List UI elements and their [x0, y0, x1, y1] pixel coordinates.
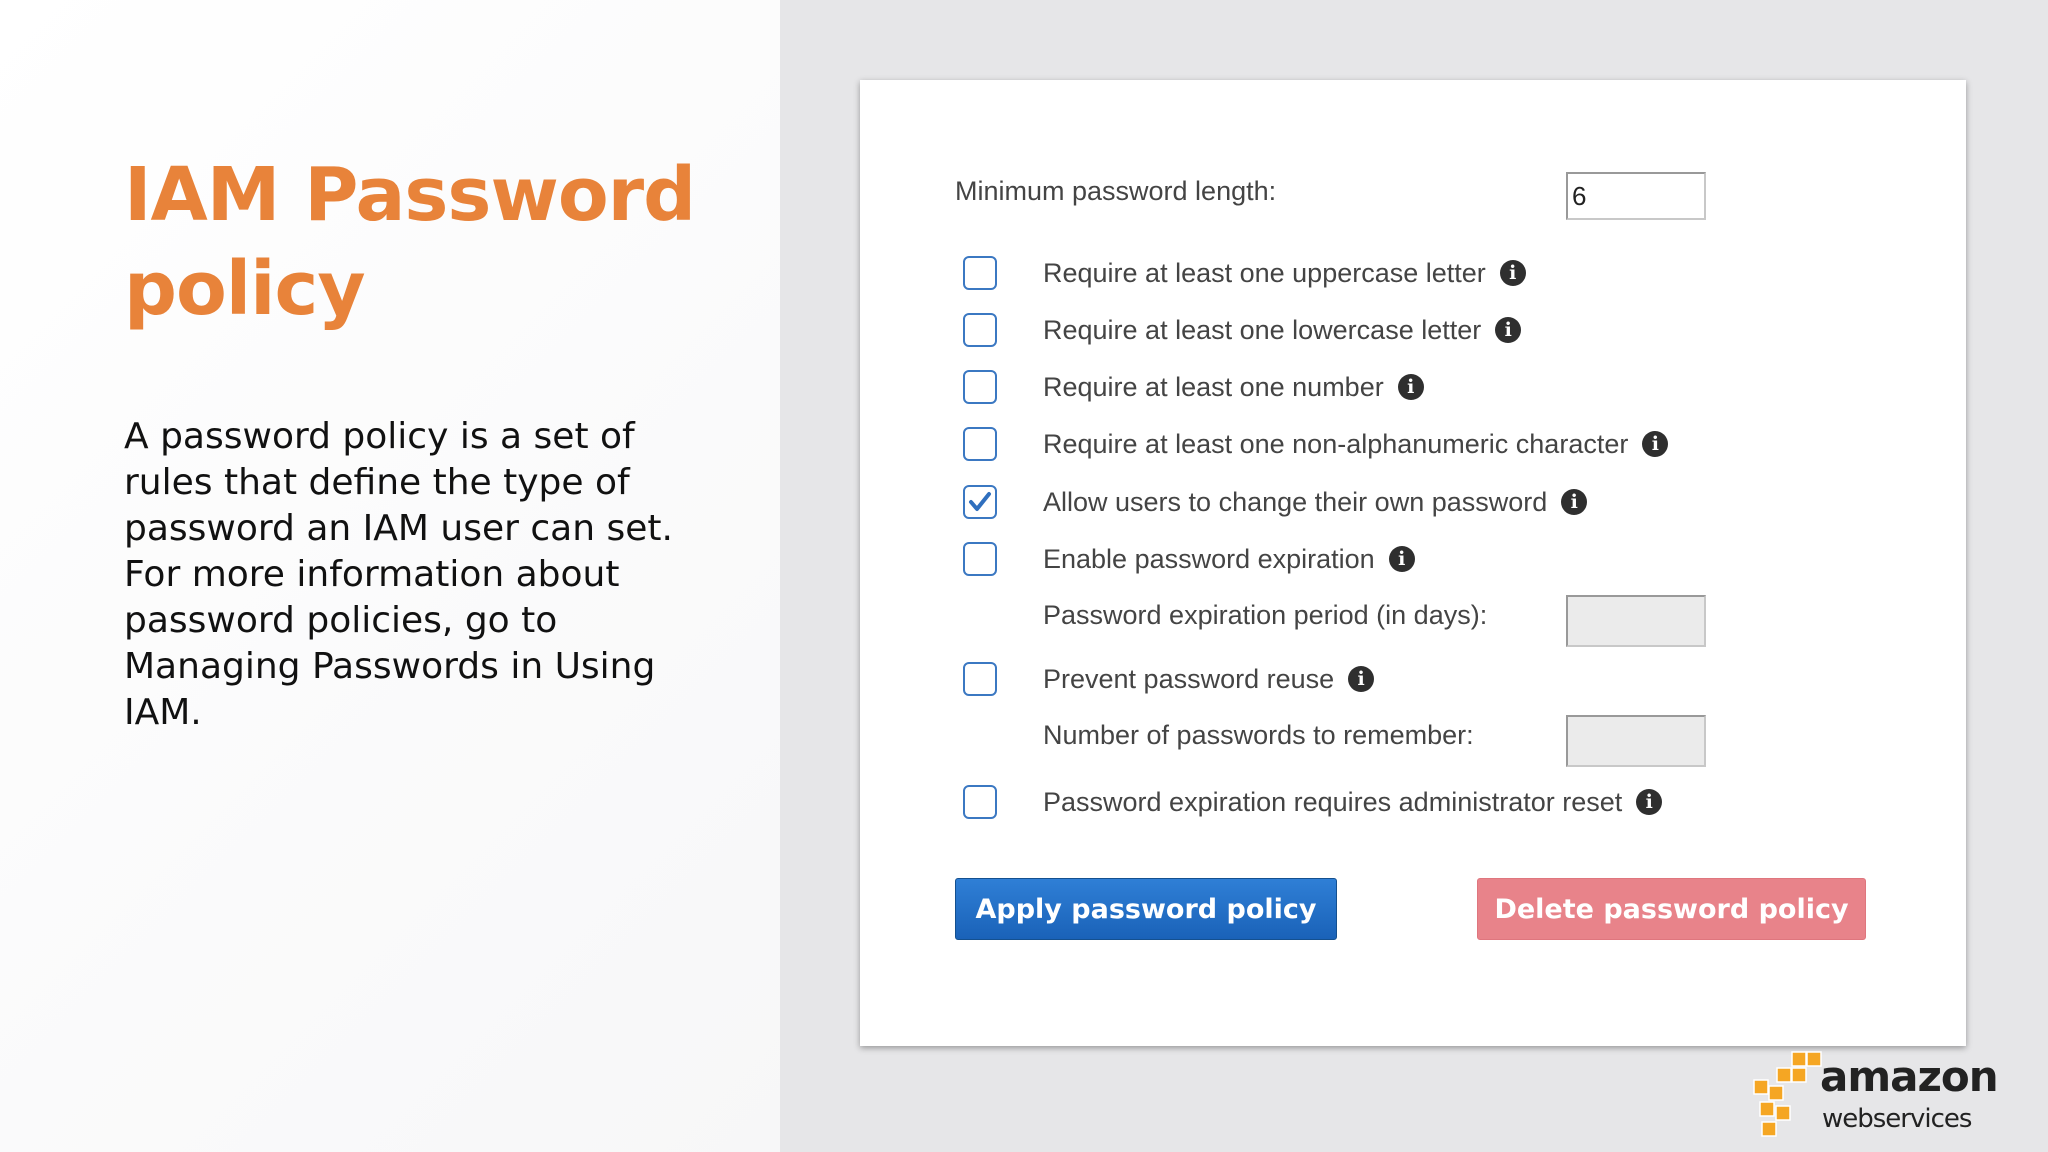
option-row-admin-reset: Password expiration requires administrat…: [860, 785, 1966, 829]
slide-body-text: A password policy is a set of rules that…: [124, 416, 673, 733]
checkbox-non-alphanumeric[interactable]: [963, 427, 997, 461]
aws-logo-wordmark: amazon: [1820, 1052, 1999, 1101]
min-length-input[interactable]: [1566, 172, 1706, 220]
checkbox-lowercase[interactable]: [963, 313, 997, 347]
checkbox-allow-change[interactable]: [963, 485, 997, 519]
checkbox-prevent-reuse[interactable]: [963, 662, 997, 696]
checkbox-admin-reset[interactable]: [963, 785, 997, 819]
option-label-prevent-reuse: Prevent password reuse i: [1043, 662, 1375, 696]
slide-text-panel: IAM Password policy A password policy is…: [0, 0, 780, 1152]
info-icon[interactable]: i: [1397, 374, 1424, 400]
apply-password-policy-button[interactable]: Apply password policy: [955, 878, 1337, 940]
option-row-non-alphanumeric: Require at least one non-alphanumeric ch…: [860, 427, 1966, 471]
option-text: Require at least one uppercase letter: [1043, 257, 1486, 288]
passwords-to-remember-input[interactable]: [1566, 715, 1706, 767]
info-icon[interactable]: i: [1499, 260, 1526, 286]
option-label-uppercase: Require at least one uppercase letter i: [1043, 256, 1526, 290]
option-text: Require at least one lowercase letter: [1043, 314, 1482, 345]
checkmark-icon: [969, 492, 991, 511]
option-label-lowercase: Require at least one lowercase letter i: [1043, 313, 1522, 347]
min-length-label: Minimum password length:: [955, 176, 1277, 206]
option-text: Require at least one number: [1043, 371, 1384, 402]
aws-logo: amazon webservices: [1752, 1050, 1999, 1142]
option-label-allow-change: Allow users to change their own password…: [1043, 485, 1588, 519]
info-icon[interactable]: i: [1636, 789, 1663, 815]
checkbox-expiration[interactable]: [963, 542, 997, 576]
aws-cubes-icon: [1753, 1051, 1822, 1137]
checkbox-uppercase[interactable]: [963, 256, 997, 290]
option-row-lowercase: Require at least one lowercase letter i: [860, 313, 1966, 357]
info-icon[interactable]: i: [1642, 431, 1669, 457]
passwords-to-remember-label: Number of passwords to remember:: [1043, 720, 1474, 750]
aws-logo-subtext: webservices: [1822, 1104, 1972, 1134]
expiration-period-label: Password expiration period (in days):: [1043, 600, 1488, 630]
checkbox-number[interactable]: [963, 370, 997, 404]
info-icon[interactable]: i: [1495, 317, 1522, 343]
option-row-uppercase: Require at least one uppercase letter i: [860, 256, 1966, 300]
option-label-expiration: Enable password expiration i: [1043, 542, 1415, 576]
option-row-prevent-reuse: Prevent password reuse i: [860, 662, 1966, 706]
option-label-admin-reset: Password expiration requires administrat…: [1043, 785, 1663, 819]
expiration-period-input[interactable]: [1566, 595, 1706, 647]
info-icon[interactable]: i: [1561, 489, 1588, 515]
option-text: Allow users to change their own password: [1043, 486, 1548, 517]
option-text: Require at least one non-alphanumeric ch…: [1043, 428, 1629, 459]
info-icon[interactable]: i: [1348, 666, 1375, 692]
delete-password-policy-button[interactable]: Delete password policy: [1477, 878, 1866, 940]
option-row-expiration: Enable password expiration i: [860, 542, 1966, 586]
slide-title: IAM Password policy: [124, 152, 696, 332]
option-text: Password expiration requires administrat…: [1043, 786, 1623, 817]
option-text: Enable password expiration: [1043, 543, 1375, 574]
option-row-number: Require at least one number i: [860, 370, 1966, 414]
password-policy-form: Minimum password length: Require at leas…: [860, 80, 1966, 1046]
option-text: Prevent password reuse: [1043, 663, 1335, 694]
option-label-non-alphanumeric: Require at least one non-alphanumeric ch…: [1043, 427, 1669, 461]
info-icon[interactable]: i: [1388, 546, 1415, 572]
option-row-allow-change: Allow users to change their own password…: [860, 485, 1966, 529]
option-label-number: Require at least one number i: [1043, 370, 1424, 404]
